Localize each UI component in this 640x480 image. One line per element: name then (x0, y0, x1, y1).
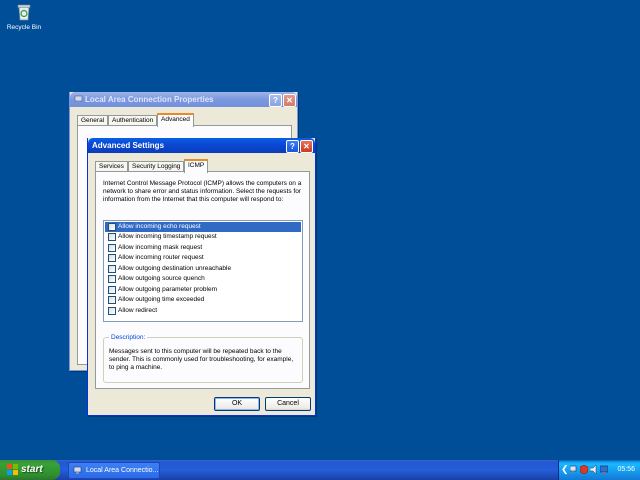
network-connection-icon (74, 95, 83, 103)
list-item[interactable]: Allow incoming echo request (105, 222, 301, 232)
list-item[interactable]: Allow redirect (105, 306, 301, 316)
display-icon[interactable] (600, 465, 608, 474)
list-item[interactable]: Allow incoming timestamp request (105, 232, 301, 242)
desktop-icon-label: Recycle Bin (6, 24, 42, 31)
list-item-label: Allow incoming router request (118, 254, 204, 261)
list-item[interactable]: Allow outgoing time exceeded (105, 295, 301, 305)
tab-icmp[interactable]: ICMP (184, 159, 209, 173)
checkbox[interactable] (108, 296, 116, 304)
checkbox[interactable] (108, 285, 116, 294)
help-button[interactable]: ? (286, 140, 299, 153)
list-item[interactable]: Allow incoming mask request (105, 243, 301, 253)
taskbar-item-lan-properties[interactable]: Local Area Connectio... (68, 462, 160, 479)
list-item-label: Allow incoming mask request (118, 243, 203, 251)
taskbar-item-label: Local Area Connectio... (86, 467, 159, 474)
lan-properties-tabs: General Authentication Advanced (77, 113, 290, 127)
system-tray: ❮ 05:56 (558, 460, 640, 480)
security-shield-icon[interactable] (580, 465, 588, 474)
desktop-icon-recycle-bin[interactable]: Recycle Bin (4, 2, 44, 31)
windows-logo-icon (7, 464, 18, 475)
icmp-requests-list[interactable]: Allow incoming echo request Allow incomi… (103, 220, 303, 322)
volume-icon[interactable] (590, 465, 598, 474)
checkbox[interactable] (108, 254, 116, 262)
description-label: Description: (109, 333, 148, 342)
list-item[interactable]: Allow outgoing destination unreachable (105, 264, 301, 274)
icmp-intro-text: Internet Control Message Protocol (ICMP)… (103, 180, 302, 203)
start-button[interactable]: start (0, 460, 60, 480)
lan-properties-title: Local Area Connection Properties (85, 95, 214, 104)
icmp-tabpage: Internet Control Message Protocol (ICMP)… (95, 171, 310, 389)
tray-expand-icon[interactable]: ❮ (561, 464, 569, 475)
close-button[interactable]: ✕ (283, 94, 296, 107)
cancel-button[interactable]: Cancel (265, 397, 311, 411)
checkbox[interactable] (108, 243, 116, 252)
help-button[interactable]: ? (269, 94, 282, 107)
list-item-label: Allow outgoing source quench (118, 275, 205, 282)
advanced-settings-titlebar[interactable]: Advanced Settings ? ✕ (88, 138, 315, 153)
list-item-label: Allow outgoing parameter problem (118, 285, 217, 293)
close-button[interactable]: ✕ (300, 140, 313, 153)
network-tray-icon[interactable] (570, 465, 578, 474)
advanced-settings-title: Advanced Settings (92, 141, 165, 150)
description-groupbox: Description: Messages sent to this compu… (103, 333, 303, 383)
list-item-label: Allow outgoing time exceeded (118, 296, 205, 303)
list-item-label: Allow incoming timestamp request (118, 233, 217, 240)
recycle-bin-icon (17, 4, 31, 21)
ok-button[interactable]: OK (214, 397, 260, 411)
list-item[interactable]: Allow incoming router request (105, 253, 301, 263)
description-text: Messages sent to this computer will be r… (109, 348, 294, 371)
checkbox[interactable] (108, 275, 116, 283)
list-item-label: Allow redirect (118, 306, 158, 314)
advanced-settings-window: Advanced Settings ? ✕ Services Security … (87, 138, 316, 416)
checkbox[interactable] (108, 264, 116, 273)
tab-advanced[interactable]: Advanced (157, 113, 194, 127)
checkbox[interactable] (108, 233, 116, 241)
list-item-label: Allow incoming echo request (118, 223, 201, 230)
lan-properties-titlebar[interactable]: Local Area Connection Properties ? ✕ (70, 92, 297, 107)
advanced-settings-tabs: Services Security Logging ICMP (95, 159, 308, 173)
list-item-label: Allow outgoing destination unreachable (118, 264, 232, 272)
list-item[interactable]: Allow outgoing parameter problem (105, 285, 301, 295)
start-label: start (21, 464, 43, 475)
network-connection-icon (73, 466, 82, 474)
list-item[interactable]: Allow outgoing source quench (105, 274, 301, 284)
taskbar: start Local Area Connectio... ❮ 05:56 (0, 460, 640, 480)
checkbox[interactable] (108, 223, 116, 231)
checkbox[interactable] (108, 306, 116, 315)
clock: 05:56 (617, 466, 635, 473)
